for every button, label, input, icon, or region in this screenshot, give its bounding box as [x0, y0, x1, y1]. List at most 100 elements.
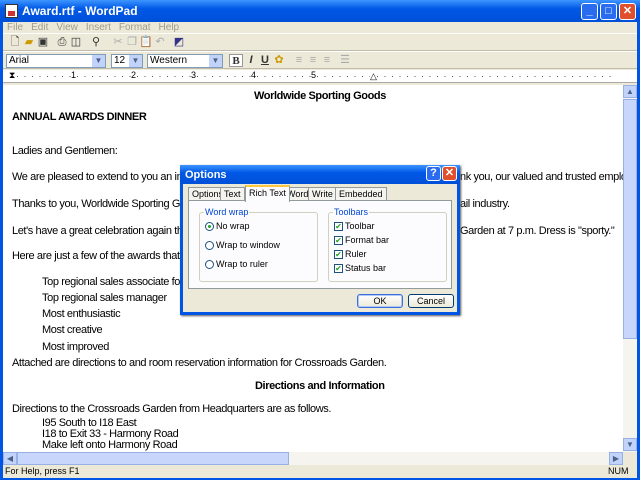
paragraph: Thanks to you, Worldwide Sporting Goo: [12, 198, 192, 210]
word-wrap-group: Word wrap No wrap Wrap to window Wrap to…: [199, 207, 318, 282]
ruler-mark: 3: [191, 70, 197, 80]
paste-icon[interactable]: 📋: [139, 36, 153, 49]
menu-view[interactable]: View: [56, 22, 78, 33]
undo-icon[interactable]: ↶: [153, 36, 167, 49]
option-label: Toolbar: [345, 221, 375, 231]
save-icon[interactable]: ▣: [36, 36, 50, 49]
paragraph: Let's have a great celebration again thi: [12, 225, 185, 237]
paragraph: Ladies and Gentlemen:: [12, 145, 118, 157]
toolbars-label: Toolbars: [333, 207, 370, 217]
horizontal-scrollbar[interactable]: ◀ ▶: [3, 452, 623, 465]
vertical-scroll-thumb[interactable]: [623, 99, 637, 339]
word-wrap-label: Word wrap: [204, 207, 250, 217]
tab-write[interactable]: Write: [308, 187, 337, 201]
checkmark-icon: ✔: [334, 222, 343, 232]
paragraph: Attached are directions to and room rese…: [12, 357, 387, 369]
align-center-icon[interactable]: ≡: [306, 54, 320, 67]
script-select[interactable]: Western ▼: [147, 54, 223, 68]
option-label: Format bar: [345, 235, 390, 245]
paragraph: Garden at 7 p.m. Dress is "sporty.": [460, 225, 615, 237]
print-preview-icon[interactable]: ◫: [69, 36, 83, 49]
bold-button[interactable]: B: [229, 54, 243, 67]
option-label: Wrap to ruler: [216, 259, 268, 269]
menu-edit[interactable]: Edit: [31, 22, 48, 33]
radio-no-wrap[interactable]: No wrap: [205, 221, 250, 232]
radio-wrap-to-window[interactable]: Wrap to window: [205, 240, 280, 251]
format-bar: Arial ▼ 12 ▼ Western ▼ B I U ✿ ≡ ≡ ≡ ☰: [3, 51, 637, 69]
window-title: Award.rtf - WordPad: [22, 4, 138, 18]
checkmark-icon: ✔: [334, 250, 343, 260]
scroll-down-icon[interactable]: ▼: [623, 438, 637, 451]
print-icon[interactable]: ⎙: [55, 36, 69, 49]
cancel-button[interactable]: Cancel: [408, 294, 454, 308]
wordpad-app-icon: [5, 4, 18, 18]
align-left-icon[interactable]: ≡: [292, 54, 306, 67]
menu-format[interactable]: Format: [119, 22, 151, 33]
heading: Worldwide Sporting Goods: [254, 90, 386, 102]
paragraph: ail industry.: [460, 198, 510, 210]
option-label: Ruler: [345, 249, 367, 259]
options-dialog: Options ? ✕ Options Text Rich Text Word …: [180, 165, 460, 315]
dialog-title-bar: Options ? ✕: [180, 165, 460, 184]
option-label: No wrap: [216, 221, 250, 231]
toolbars-group: Toolbars ✔ Toolbar ✔ Format bar ✔ Ruler ✔ St…: [328, 207, 447, 282]
scroll-up-icon[interactable]: ▲: [623, 85, 637, 98]
scroll-left-icon[interactable]: ◀: [3, 452, 17, 465]
new-icon[interactable]: 🗋: [8, 36, 22, 49]
italic-button[interactable]: I: [244, 54, 258, 67]
maximize-button[interactable]: □: [600, 3, 617, 20]
paragraph: Here are just a few of the awards that w: [12, 250, 190, 262]
paragraph: We are pleased to extend to you an invi: [12, 171, 190, 183]
left-indent-marker[interactable]: ⧗: [9, 70, 15, 81]
copy-icon[interactable]: ❐: [125, 36, 139, 49]
close-button[interactable]: ✕: [619, 3, 636, 20]
horizontal-scroll-thumb[interactable]: [17, 452, 289, 465]
ruler-mark: 4: [251, 70, 257, 80]
checkmark-icon: ✔: [334, 264, 343, 274]
radio-icon: [205, 241, 214, 251]
list-item: Top regional sales manager: [42, 292, 167, 304]
vertical-scrollbar[interactable]: ▲ ▼: [623, 85, 637, 452]
menu-help[interactable]: Help: [159, 22, 180, 33]
font-select[interactable]: Arial ▼: [6, 54, 106, 68]
ruler[interactable]: ⧗ 1 2 3 4 5 △: [3, 70, 637, 83]
ruler-mark: 2: [131, 70, 137, 80]
num-lock-indicator: NUM: [608, 466, 629, 476]
chevron-down-icon: ▼: [209, 55, 222, 67]
tab-text[interactable]: Text: [220, 187, 245, 201]
scroll-right-icon[interactable]: ▶: [609, 452, 623, 465]
dialog-close-button[interactable]: ✕: [442, 166, 457, 181]
chevron-down-icon: ▼: [129, 55, 142, 67]
bullets-icon[interactable]: ☰: [338, 54, 352, 67]
tab-embedded[interactable]: Embedded: [335, 187, 387, 201]
align-right-icon[interactable]: ≡: [320, 54, 334, 67]
cut-icon[interactable]: ✂: [111, 36, 125, 49]
insert-datetime-icon[interactable]: ◩: [172, 36, 186, 49]
ruler-mark: 1: [71, 70, 77, 80]
underline-button[interactable]: U: [258, 54, 272, 67]
color-icon[interactable]: ✿: [272, 54, 286, 67]
menu-insert[interactable]: Insert: [86, 22, 111, 33]
list-item: Most enthusiastic: [42, 308, 121, 320]
script-value: Western: [150, 55, 188, 66]
menu-file[interactable]: File: [7, 22, 23, 33]
ok-button[interactable]: OK: [357, 294, 403, 308]
minimize-button[interactable]: _: [581, 3, 598, 20]
status-bar: For Help, press F1 NUM: [3, 465, 637, 478]
font-size-select[interactable]: 12 ▼: [111, 54, 143, 68]
right-indent-marker[interactable]: △: [370, 71, 377, 82]
list-item: Make left onto Harmony Road: [42, 439, 178, 451]
title-bar: Award.rtf - WordPad _ □ ✕: [0, 0, 640, 22]
help-button[interactable]: ?: [426, 166, 441, 181]
checkbox-toolbar[interactable]: ✔ Toolbar: [334, 221, 375, 232]
checkbox-format-bar[interactable]: ✔ Format bar: [334, 235, 390, 246]
checkbox-ruler[interactable]: ✔ Ruler: [334, 249, 367, 260]
paragraph: nk you, our valued and trusted employee: [460, 171, 623, 183]
tab-rich-text[interactable]: Rich Text: [245, 185, 290, 202]
font-value: Arial: [9, 55, 30, 66]
find-icon[interactable]: ⚲: [89, 36, 103, 49]
open-icon[interactable]: ▰: [22, 36, 36, 49]
list-item: Top regional sales associate for: [42, 276, 184, 288]
checkbox-status-bar[interactable]: ✔ Status bar: [334, 263, 386, 274]
radio-wrap-to-ruler[interactable]: Wrap to ruler: [205, 259, 268, 270]
